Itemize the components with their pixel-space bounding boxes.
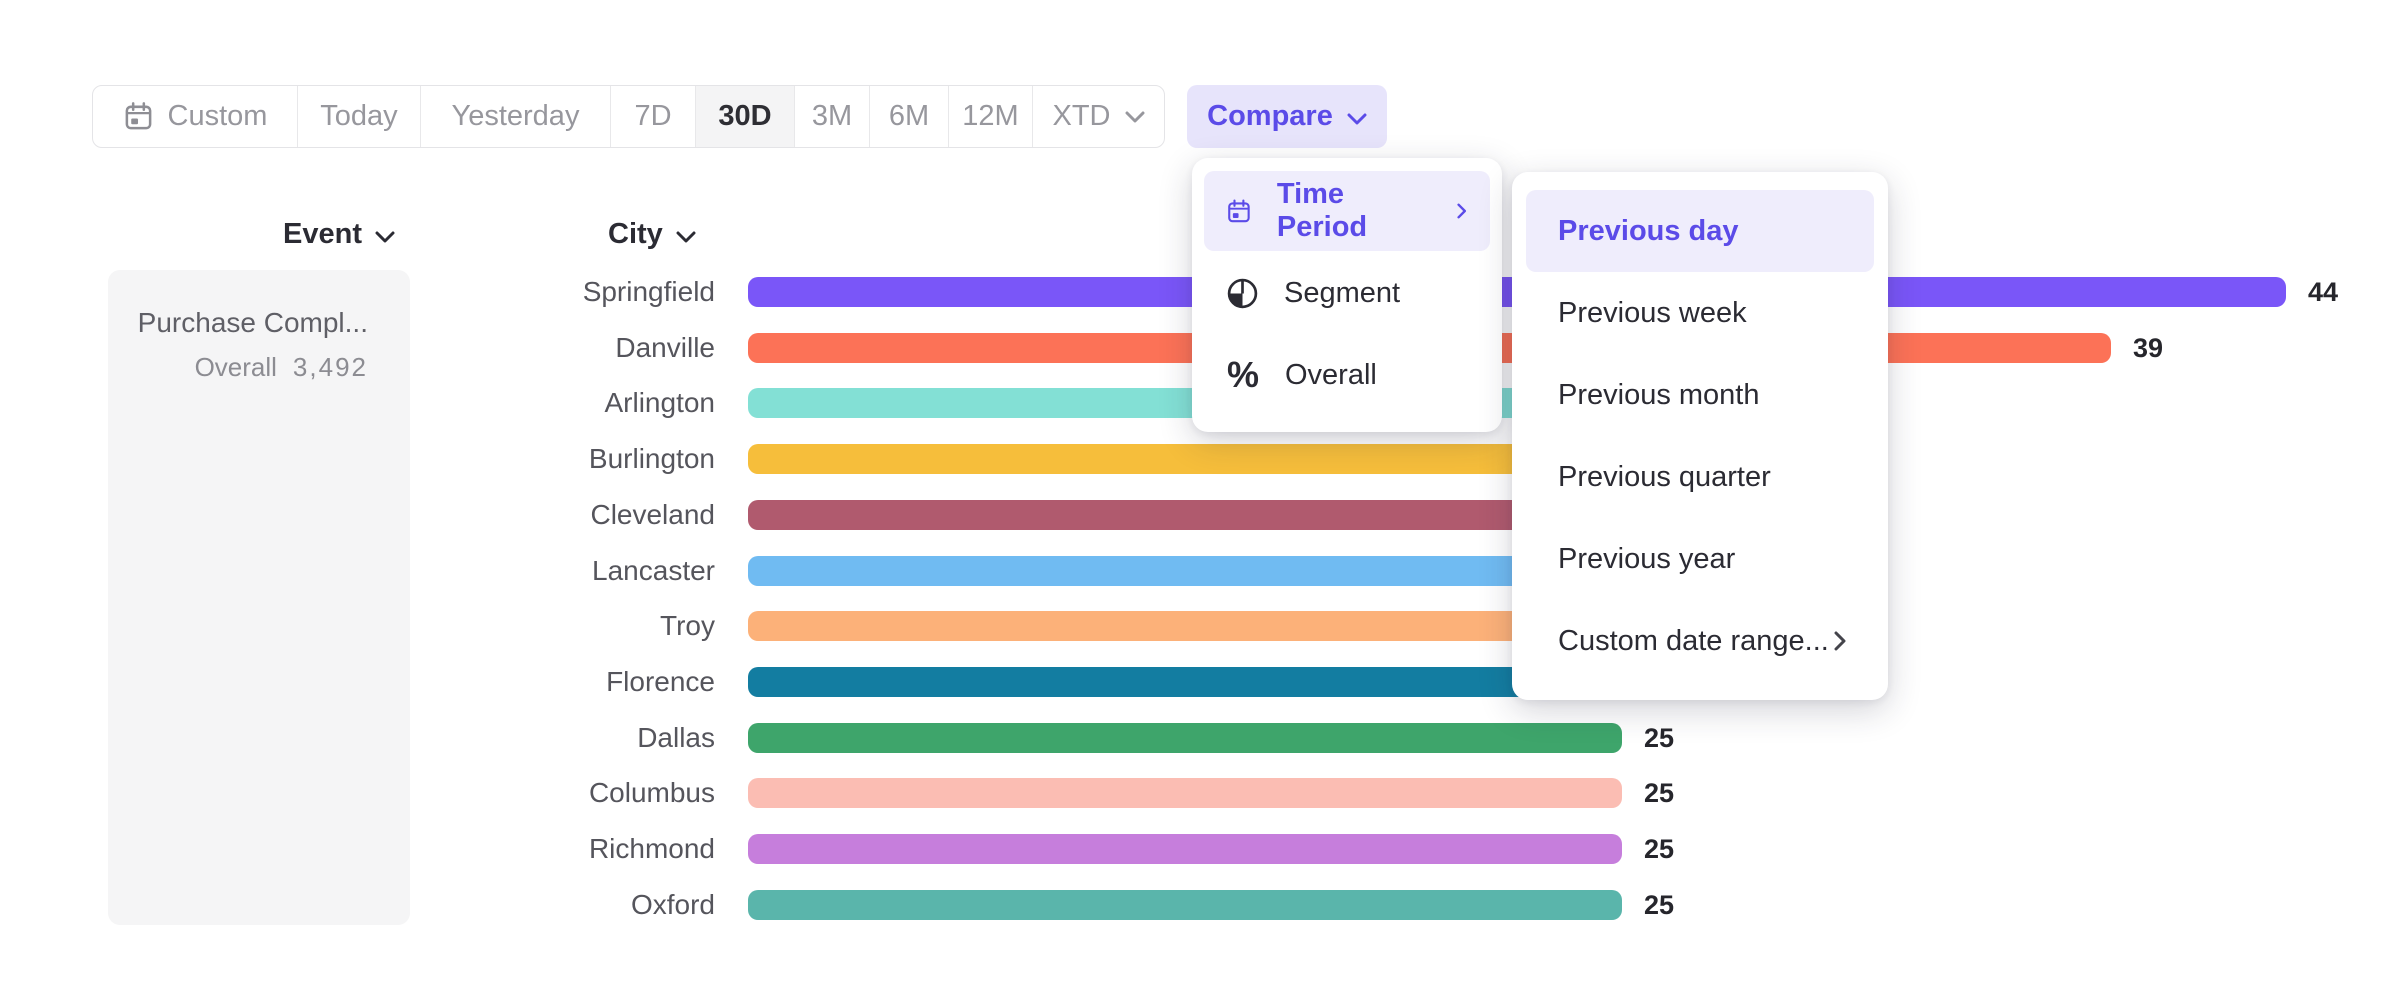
bar-label: Richmond	[435, 834, 715, 864]
menu-item-time-period[interactable]: Time Period	[1204, 171, 1490, 251]
bar-value: 25	[1644, 723, 1674, 753]
date-range-button-xtd[interactable]: XTD	[1033, 86, 1164, 147]
menu-item-segment[interactable]: Segment	[1204, 253, 1490, 333]
submenu-item-label: Previous quarter	[1558, 461, 1771, 494]
calendar-icon	[123, 101, 154, 132]
submenu-item-previous-week[interactable]: Previous week	[1526, 272, 1874, 354]
chevron-down-icon	[1125, 111, 1145, 123]
date-range-label: 7D	[634, 100, 671, 133]
date-range-button-12m[interactable]: 12M	[949, 86, 1033, 147]
submenu-item-previous-month[interactable]: Previous month	[1526, 354, 1874, 436]
city-column-header[interactable]: City	[608, 217, 696, 251]
chevron-right-icon	[1457, 201, 1466, 221]
bar-label: Danville	[435, 333, 715, 363]
city-column-label: City	[608, 218, 663, 251]
bar-value: 44	[2308, 277, 2338, 307]
compare-button-label: Compare	[1207, 100, 1333, 133]
date-range-label: XTD	[1053, 100, 1111, 133]
event-overall-row: Overall 3,492	[128, 352, 368, 383]
bar-label: Lancaster	[435, 556, 715, 586]
chevron-down-icon	[1347, 100, 1367, 133]
chart-row-columbus: Columbus 25	[435, 778, 1674, 808]
chart-row-lancaster: Lancaster	[435, 556, 1692, 586]
bar-label: Burlington	[435, 444, 715, 474]
bar-label: Arlington	[435, 388, 715, 418]
chevron-down-icon	[676, 218, 696, 251]
event-panel[interactable]: Purchase Compl... Overall 3,492	[108, 270, 410, 925]
chevron-down-icon	[375, 231, 395, 243]
date-range-button-7d[interactable]: 7D	[611, 86, 696, 147]
menu-item-label: Overall	[1285, 359, 1377, 392]
submenu-item-label: Previous month	[1558, 379, 1760, 412]
event-name: Purchase Compl...	[128, 306, 368, 340]
chevron-right-icon	[1834, 631, 1846, 651]
submenu-item-custom-date-range-[interactable]: Custom date range...	[1526, 600, 1874, 682]
bar[interactable]	[748, 834, 1622, 864]
time-period-submenu: Previous day Previous week Previous month P…	[1512, 172, 1888, 700]
bar-value: 25	[1644, 890, 1674, 920]
bar[interactable]	[748, 890, 1622, 920]
chart-row-richmond: Richmond 25	[435, 834, 1674, 864]
date-range-label: Custom	[168, 100, 268, 133]
submenu-item-label: Previous day	[1558, 215, 1739, 248]
bar-label: Springfield	[435, 277, 715, 307]
date-range-label: 6M	[889, 100, 929, 133]
event-column-header[interactable]: Event	[283, 217, 395, 251]
date-range-label: Yesterday	[452, 100, 580, 133]
submenu-item-previous-day[interactable]: Previous day	[1526, 190, 1874, 272]
chart-row-oxford: Oxford 25	[435, 890, 1674, 920]
bar[interactable]	[748, 778, 1622, 808]
bar-label: Oxford	[435, 890, 715, 920]
bar-label: Florence	[435, 667, 715, 697]
segment-icon	[1226, 277, 1259, 310]
chart-row-florence: Florence	[435, 667, 1657, 697]
bar-label: Troy	[435, 611, 715, 641]
percent-icon: %	[1226, 354, 1260, 396]
submenu-item-label: Custom date range...	[1558, 625, 1829, 658]
date-range-button-custom[interactable]: Custom	[93, 86, 298, 147]
menu-item-label: Segment	[1284, 277, 1400, 310]
submenu-item-label: Previous year	[1558, 543, 1735, 576]
chart-row-troy: Troy	[435, 611, 1657, 641]
chart-row-dallas: Dallas 25	[435, 723, 1674, 753]
date-range-button-6m[interactable]: 6M	[870, 86, 949, 147]
submenu-item-previous-year[interactable]: Previous year	[1526, 518, 1874, 600]
bar-value: 39	[2133, 333, 2163, 363]
bar-label: Columbus	[435, 778, 715, 808]
chevron-down-icon	[1347, 113, 1367, 125]
chevron-down-icon	[375, 218, 395, 251]
bar-label: Dallas	[435, 723, 715, 753]
date-range-toolbar: Custom Today Yesterday 7D 30D 3M 6M 12M XTD	[92, 85, 1165, 148]
date-range-label: Today	[320, 100, 397, 133]
date-range-label: 12M	[962, 100, 1018, 133]
bar-value: 25	[1644, 778, 1674, 808]
event-column-label: Event	[283, 218, 362, 251]
bar-label: Cleveland	[435, 500, 715, 530]
date-range-button-30d[interactable]: 30D	[696, 86, 795, 147]
date-range-button-today[interactable]: Today	[298, 86, 421, 147]
menu-item-overall[interactable]: % Overall	[1204, 335, 1490, 415]
calendar-icon	[1226, 195, 1252, 228]
date-range-button-3m[interactable]: 3M	[795, 86, 870, 147]
date-range-label: 3M	[812, 100, 852, 133]
compare-dropdown-menu: Time Period Segment% Overall	[1192, 158, 1502, 432]
submenu-item-label: Previous week	[1558, 297, 1747, 330]
overall-label: Overall	[195, 352, 277, 383]
date-range-label: 30D	[718, 100, 771, 133]
date-range-button-yesterday[interactable]: Yesterday	[421, 86, 611, 147]
submenu-item-previous-quarter[interactable]: Previous quarter	[1526, 436, 1874, 518]
compare-button[interactable]: Compare	[1187, 85, 1387, 148]
bar-value: 25	[1644, 834, 1674, 864]
bar[interactable]	[748, 723, 1622, 753]
overall-value: 3,492	[293, 352, 368, 383]
menu-item-label: Time Period	[1277, 178, 1407, 244]
chevron-down-icon	[676, 231, 696, 243]
